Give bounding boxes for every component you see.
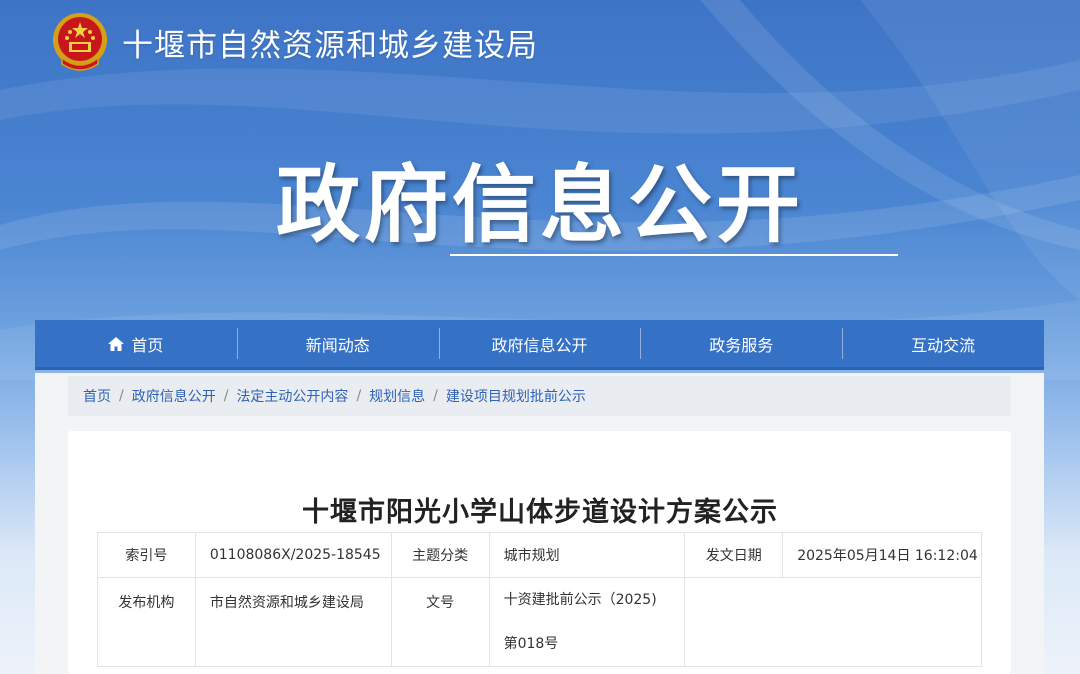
docno-value: 十资建批前公示（2025) 第018号 bbox=[488, 577, 686, 667]
empty-cell bbox=[684, 577, 982, 667]
date-value: 2025年05月14日 16:12:04 bbox=[782, 532, 982, 578]
breadcrumb: 首页 / 政府信息公开 / 法定主动公开内容 / 规划信息 / 建设项目规划批前… bbox=[68, 376, 1011, 416]
breadcrumb-link-planning[interactable]: 规划信息 bbox=[369, 386, 425, 406]
table-row: 发布机构 市自然资源和城乡建设局 文号 十资建批前公示（2025) 第018号 bbox=[97, 577, 982, 667]
site-title: 十堰市自然资源和城乡建设局 bbox=[122, 27, 538, 64]
nav-item-interaction[interactable]: 互动交流 bbox=[842, 320, 1044, 367]
nav-item-services[interactable]: 政务服务 bbox=[640, 320, 842, 367]
hero-title: 政府信息公开 bbox=[275, 156, 804, 254]
national-emblem-icon bbox=[53, 13, 107, 71]
hero-underline bbox=[450, 254, 898, 256]
publisher-value: 市自然资源和城乡建设局 bbox=[194, 577, 392, 667]
docno-label: 文号 bbox=[390, 577, 490, 667]
docno-value-line1: 十资建批前公示（2025) bbox=[503, 592, 657, 608]
nav-item-label: 新闻动态 bbox=[305, 335, 370, 355]
breadcrumb-link-statutory[interactable]: 法定主动公开内容 bbox=[236, 386, 348, 406]
breadcrumb-link-preapproval[interactable]: 建设项目规划批前公示 bbox=[446, 386, 586, 406]
breadcrumb-separator: / bbox=[223, 388, 229, 404]
breadcrumb-separator: / bbox=[119, 388, 124, 404]
table-row: 索引号 01108086X/2025-18545 主题分类 城市规划 发文日期 … bbox=[97, 532, 982, 578]
docno-value-line2: 第018号 bbox=[503, 636, 559, 652]
nav-item-label: 政务服务 bbox=[709, 335, 774, 355]
index-value: 01108086X/2025-18545 bbox=[194, 532, 392, 578]
publisher-label: 发布机构 bbox=[97, 577, 196, 667]
breadcrumb-link-home[interactable]: 首页 bbox=[83, 386, 111, 406]
nav-item-news[interactable]: 新闻动态 bbox=[236, 320, 439, 367]
article-meta-table: 索引号 01108086X/2025-18545 主题分类 城市规划 发文日期 … bbox=[97, 532, 982, 667]
category-label: 主题分类 bbox=[390, 532, 490, 578]
breadcrumb-separator: / bbox=[356, 388, 362, 404]
nav-item-gov-info[interactable]: 政府信息公开 bbox=[438, 320, 641, 367]
date-label: 发文日期 bbox=[684, 532, 784, 578]
site-header: 十堰市自然资源和城乡建设局 bbox=[48, 6, 538, 78]
home-icon bbox=[108, 336, 125, 351]
nav-item-label: 首页 bbox=[131, 335, 164, 355]
breadcrumb-separator: / bbox=[433, 388, 438, 404]
main-nav: 首页 新闻动态 政府信息公开 政务服务 互动交流 bbox=[35, 320, 1044, 370]
breadcrumb-link-gov-info[interactable]: 政府信息公开 bbox=[132, 386, 216, 406]
index-label: 索引号 bbox=[97, 532, 196, 578]
article-title: 十堰市阳光小学山体步道设计方案公示 bbox=[302, 497, 778, 528]
nav-item-home[interactable]: 首页 bbox=[35, 320, 237, 367]
nav-item-label: 政府信息公开 bbox=[491, 335, 588, 355]
nav-item-label: 互动交流 bbox=[911, 335, 976, 355]
category-value: 城市规划 bbox=[488, 532, 686, 578]
